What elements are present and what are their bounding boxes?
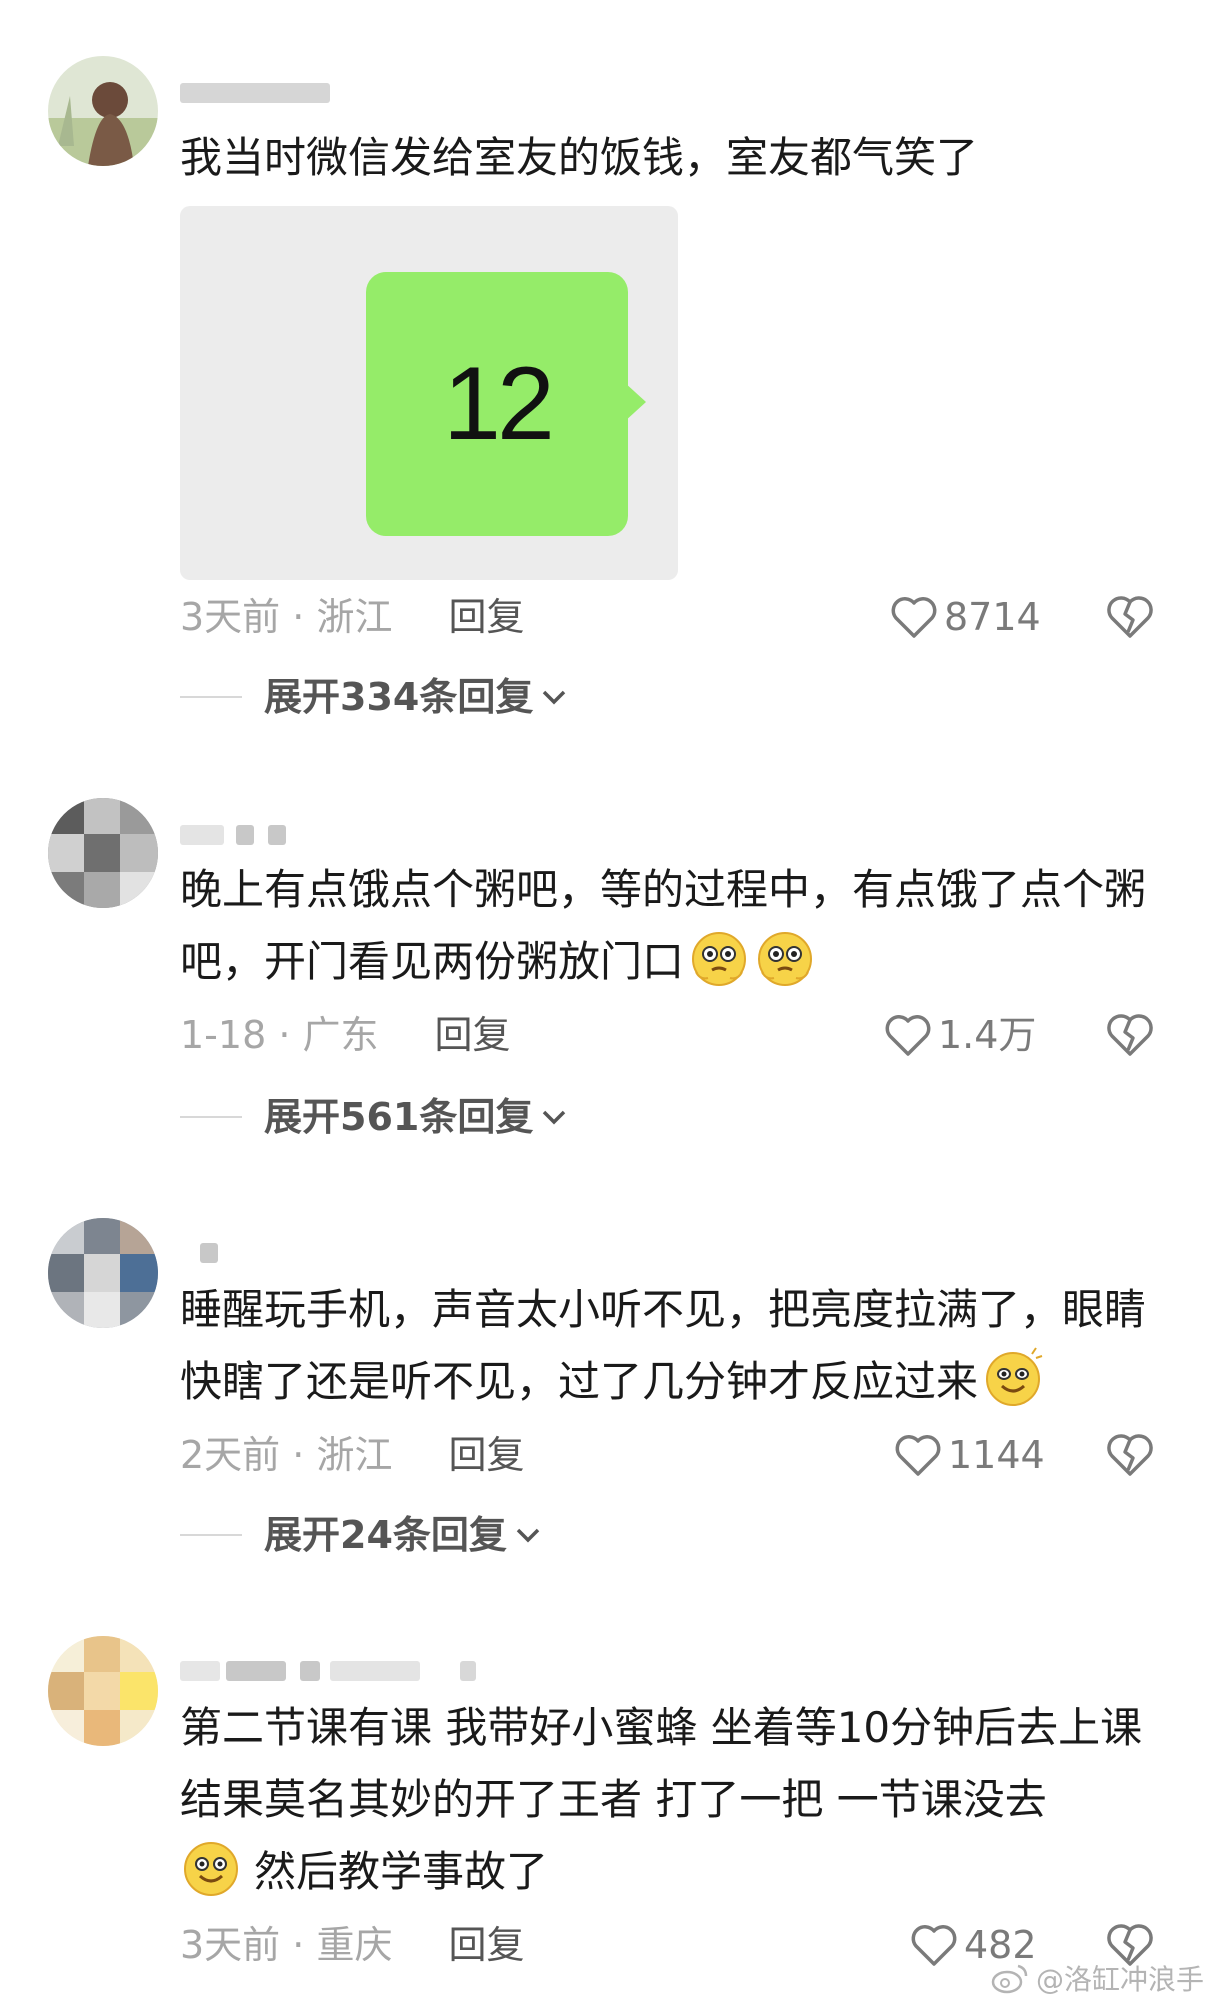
watermark: @洛缸冲浪手 [990,1958,1204,1998]
comment-text-content-end: 然后教学事故了 [254,1847,549,1896]
comment-text: 我当时微信发给室友的饭钱，室友都气笑了 [180,133,979,182]
comment-meta: 3天前 · 重庆 回复 [180,1920,524,1970]
grinning-face-emoji-icon [184,1842,238,1896]
broken-heart-icon[interactable] [1105,1010,1155,1058]
reply-button[interactable]: 回复 [448,1923,524,1967]
expand-replies-label: 展开24条回复 [264,1513,507,1557]
like-button[interactable]: 1144 [894,1430,1045,1480]
like-button[interactable]: 8714 [890,592,1041,642]
expand-replies[interactable]: 展开561条回复 [180,1092,567,1142]
meta-separator: · [266,1013,303,1057]
chevron-down-icon [543,690,566,705]
meta-separator: · [280,1433,317,1477]
like-count: 1.4万 [938,1013,1037,1057]
comment-location: 广东 [302,1013,379,1057]
meta-separator: · [280,1923,317,1967]
worried-face-emoji-icon [758,932,813,986]
comment-text: 晚上有点饿点个粥吧，等的过程中，有点饿了点个粥吧，开门看见两份粥放门口 [180,854,1160,998]
comment-time: 1-18 [180,1013,267,1057]
meta-separator: · [280,595,317,639]
broken-heart-icon[interactable] [1105,1430,1155,1478]
heart-icon [885,1015,931,1056]
like-count: 8714 [944,595,1041,639]
reply-button[interactable]: 回复 [448,595,524,639]
reply-button[interactable]: 回复 [435,1013,511,1057]
like-button[interactable]: 1.4万 [884,1010,1036,1060]
username[interactable] [180,1658,480,1684]
expand-replies[interactable]: 展开24条回复 [180,1510,541,1560]
comment-meta: 2天前 · 浙江 回复 [180,1430,524,1480]
worried-face-emoji-icon [692,932,747,986]
heart-icon [891,597,937,638]
comment-image[interactable]: 12 [180,206,678,580]
weibo-icon [991,1964,1028,1994]
chevron-down-icon [516,1528,540,1543]
like-count: 1144 [948,1433,1045,1477]
comment-time: 3天前 [180,595,281,639]
comment-time: 2天前 [180,1433,281,1477]
username[interactable] [180,822,300,848]
watermark-text: @洛缸冲浪手 [1036,1963,1205,1996]
comment-location: 浙江 [316,1433,393,1477]
comment-text: 睡醒玩手机，声音太小听不见，把亮度拉满了，眼睛快瞎了还是听不见，过了几分钟才反应… [180,1274,1160,1418]
comment-location: 重庆 [316,1923,393,1967]
divider [180,1116,242,1118]
expand-replies-label: 展开334条回复 [264,675,534,719]
avatar[interactable] [48,1636,158,1746]
heart-icon [895,1435,941,1476]
broken-heart-icon[interactable] [1105,592,1155,640]
comment-text-content: 第二节课有课 我带好小蜜蜂 坐着等10分钟后去上课 结果莫名其妙的开了王者 打了… [180,1703,1143,1824]
comment-time: 3天前 [180,1923,281,1967]
comment-location: 浙江 [316,595,393,639]
comment-meta: 1-18 · 广东 回复 [180,1010,511,1060]
username[interactable] [180,80,340,106]
avatar[interactable] [48,798,158,908]
comment-meta: 3天前 · 浙江 回复 [180,592,524,642]
divider [180,1534,242,1536]
username[interactable] [180,1240,220,1266]
comment-text-content: 晚上有点饿点个粥吧，等的过程中，有点饿了点个粥吧，开门看见两份粥放门口 [180,865,1147,986]
chat-bubble-text: 12 [443,345,555,462]
avatar[interactable] [48,56,158,166]
expand-replies-label: 展开561条回复 [264,1095,534,1139]
expand-replies[interactable]: 展开334条回复 [180,672,567,722]
smiling-face-emoji-icon [986,1347,1043,1406]
heart-icon [911,1925,957,1966]
comment-text: 第二节课有课 我带好小蜜蜂 坐着等10分钟后去上课 结果莫名其妙的开了王者 打了… [180,1692,1160,1908]
chevron-down-icon [543,1110,566,1125]
divider [180,696,242,698]
reply-button[interactable]: 回复 [448,1433,524,1477]
avatar[interactable] [48,1218,158,1328]
